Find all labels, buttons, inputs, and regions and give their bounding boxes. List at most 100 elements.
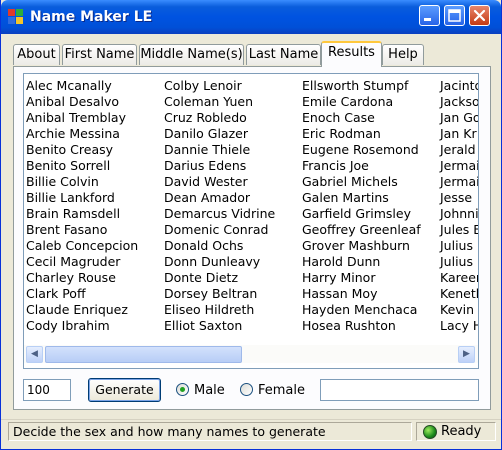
list-item[interactable]: Garfield Grimsley bbox=[302, 206, 421, 222]
list-item[interactable]: Emile Cardona bbox=[302, 94, 421, 110]
list-item[interactable]: Dean Amador bbox=[164, 190, 275, 206]
tab-middle-names[interactable]: Middle Name(s) bbox=[139, 44, 244, 65]
list-item[interactable]: Elliot Saxton bbox=[164, 318, 275, 334]
list-item[interactable]: Benito Creasy bbox=[26, 142, 138, 158]
list-item[interactable]: Jermai bbox=[440, 174, 478, 190]
list-item[interactable]: Charley Rouse bbox=[26, 270, 138, 286]
tab-about[interactable]: About bbox=[13, 44, 60, 65]
list-item[interactable]: Julius bbox=[440, 254, 478, 270]
radio-female-label[interactable]: Female bbox=[258, 382, 305, 399]
list-item[interactable]: Cody Ibrahim bbox=[26, 318, 138, 334]
list-item[interactable]: Jacinto bbox=[440, 78, 478, 94]
list-item[interactable]: Billie Lankford bbox=[26, 190, 138, 206]
maximize-icon bbox=[448, 9, 461, 22]
quantity-input[interactable]: 100 bbox=[23, 379, 71, 401]
list-item[interactable]: Gabriel Michels bbox=[302, 174, 421, 190]
scroll-left-button[interactable]: ◀ bbox=[26, 346, 43, 363]
list-item[interactable]: Clark Poff bbox=[26, 286, 138, 302]
list-item[interactable]: Francis Joe bbox=[302, 158, 421, 174]
list-item[interactable]: Julius bbox=[440, 238, 478, 254]
list-item[interactable]: Caleb Concepcion bbox=[26, 238, 138, 254]
list-item[interactable]: Kenethi bbox=[440, 286, 478, 302]
list-item[interactable]: Jerald bbox=[440, 142, 478, 158]
radio-male-indicator[interactable] bbox=[176, 383, 189, 396]
radio-female-indicator[interactable] bbox=[240, 383, 253, 396]
window-title: Name Maker LE bbox=[30, 9, 153, 25]
list-item[interactable]: Domenic Conrad bbox=[164, 222, 275, 238]
output-field[interactable] bbox=[320, 379, 479, 401]
maximize-button[interactable] bbox=[444, 5, 465, 26]
list-item[interactable]: Lacy H bbox=[440, 318, 478, 334]
results-column-1: Alec Mcanally Anibal Desalvo Anibal Trem… bbox=[26, 78, 138, 334]
list-item[interactable]: Ellsworth Stumpf bbox=[302, 78, 421, 94]
list-item[interactable]: Claude Enriquez bbox=[26, 302, 138, 318]
list-item[interactable]: Anibal Tremblay bbox=[26, 110, 138, 126]
status-message: Decide the sex and how many names to gen… bbox=[8, 422, 412, 441]
list-item[interactable]: Kevin S bbox=[440, 302, 478, 318]
radio-male-label[interactable]: Male bbox=[194, 382, 225, 399]
list-item[interactable]: Danilo Glazer bbox=[164, 126, 275, 142]
list-item[interactable]: Brent Fasano bbox=[26, 222, 138, 238]
list-item[interactable]: Coleman Yuen bbox=[164, 94, 275, 110]
results-column-3: Ellsworth Stumpf Emile Cardona Enoch Cas… bbox=[302, 78, 421, 334]
list-item[interactable]: Darius Edens bbox=[164, 158, 275, 174]
results-column-2: Colby Lenoir Coleman Yuen Cruz Robledo D… bbox=[164, 78, 275, 334]
list-item[interactable]: Eliseo Hildreth bbox=[164, 302, 275, 318]
list-item[interactable]: Jules E bbox=[440, 222, 478, 238]
list-item[interactable]: Anibal Desalvo bbox=[26, 94, 138, 110]
list-item[interactable]: Billie Colvin bbox=[26, 174, 138, 190]
list-item[interactable]: Galen Martins bbox=[302, 190, 421, 206]
list-item[interactable]: Eric Rodman bbox=[302, 126, 421, 142]
list-item[interactable]: Johnni bbox=[440, 206, 478, 222]
list-item[interactable]: David Wester bbox=[164, 174, 275, 190]
list-item[interactable]: Jan Go bbox=[440, 110, 478, 126]
list-item[interactable]: Benito Sorrell bbox=[26, 158, 138, 174]
list-item[interactable]: Harry Minor bbox=[302, 270, 421, 286]
scroll-thumb[interactable] bbox=[45, 346, 242, 363]
list-item[interactable]: Geoffrey Greenleaf bbox=[302, 222, 421, 238]
radio-male[interactable]: Male bbox=[176, 382, 236, 400]
status-bar: Decide the sex and how many names to gen… bbox=[1, 419, 501, 443]
list-item[interactable]: Brain Ramsdell bbox=[26, 206, 138, 222]
list-item[interactable]: Cruz Robledo bbox=[164, 110, 275, 126]
tab-results[interactable]: Results bbox=[321, 41, 382, 67]
app-grid-icon bbox=[8, 9, 24, 25]
list-item[interactable]: Dorsey Beltran bbox=[164, 286, 275, 302]
list-item[interactable]: Harold Dunn bbox=[302, 254, 421, 270]
status-state: Ready bbox=[441, 424, 482, 439]
list-item[interactable]: Jan Kr bbox=[440, 126, 478, 142]
results-column-4: Jacinto Jackson Jan Go Jan Kr Jerald Jer… bbox=[440, 78, 478, 334]
generate-button[interactable]: Generate bbox=[88, 378, 161, 402]
scroll-right-icon: ▶ bbox=[463, 349, 470, 359]
list-item[interactable]: Kareem bbox=[440, 270, 478, 286]
list-item[interactable]: Grover Mashburn bbox=[302, 238, 421, 254]
tab-last-name[interactable]: Last Name bbox=[246, 44, 321, 65]
tab-first-name[interactable]: First Name bbox=[62, 44, 137, 65]
scroll-right-button[interactable]: ▶ bbox=[458, 346, 475, 363]
list-item[interactable]: Hayden Menchaca bbox=[302, 302, 421, 318]
list-item[interactable]: Dannie Thiele bbox=[164, 142, 275, 158]
horizontal-scrollbar[interactable]: ◀ ▶ bbox=[24, 345, 478, 363]
results-listbox[interactable]: Alec Mcanally Anibal Desalvo Anibal Trem… bbox=[23, 73, 479, 369]
list-item[interactable]: Donn Dunleavy bbox=[164, 254, 275, 270]
list-item[interactable]: Hosea Rushton bbox=[302, 318, 421, 334]
list-item[interactable]: Jesse bbox=[440, 190, 478, 206]
radio-female[interactable]: Female bbox=[240, 382, 310, 400]
list-item[interactable]: Donte Dietz bbox=[164, 270, 275, 286]
list-item[interactable]: Cecil Magruder bbox=[26, 254, 138, 270]
list-item[interactable]: Demarcus Vidrine bbox=[164, 206, 275, 222]
list-item[interactable]: Enoch Case bbox=[302, 110, 421, 126]
minimize-icon bbox=[424, 18, 431, 21]
list-item[interactable]: Alec Mcanally bbox=[26, 78, 138, 94]
minimize-button[interactable] bbox=[419, 5, 440, 26]
list-item[interactable]: Archie Messina bbox=[26, 126, 138, 142]
list-item[interactable]: Hassan Moy bbox=[302, 286, 421, 302]
list-item[interactable]: Donald Ochs bbox=[164, 238, 275, 254]
tab-help[interactable]: Help bbox=[382, 44, 424, 65]
list-item[interactable]: Jermai bbox=[440, 158, 478, 174]
title-bar[interactable]: Name Maker LE bbox=[1, 0, 501, 34]
list-item[interactable]: Eugene Rosemond bbox=[302, 142, 421, 158]
close-button[interactable] bbox=[469, 5, 490, 26]
list-item[interactable]: Colby Lenoir bbox=[164, 78, 275, 94]
list-item[interactable]: Jackson bbox=[440, 94, 478, 110]
